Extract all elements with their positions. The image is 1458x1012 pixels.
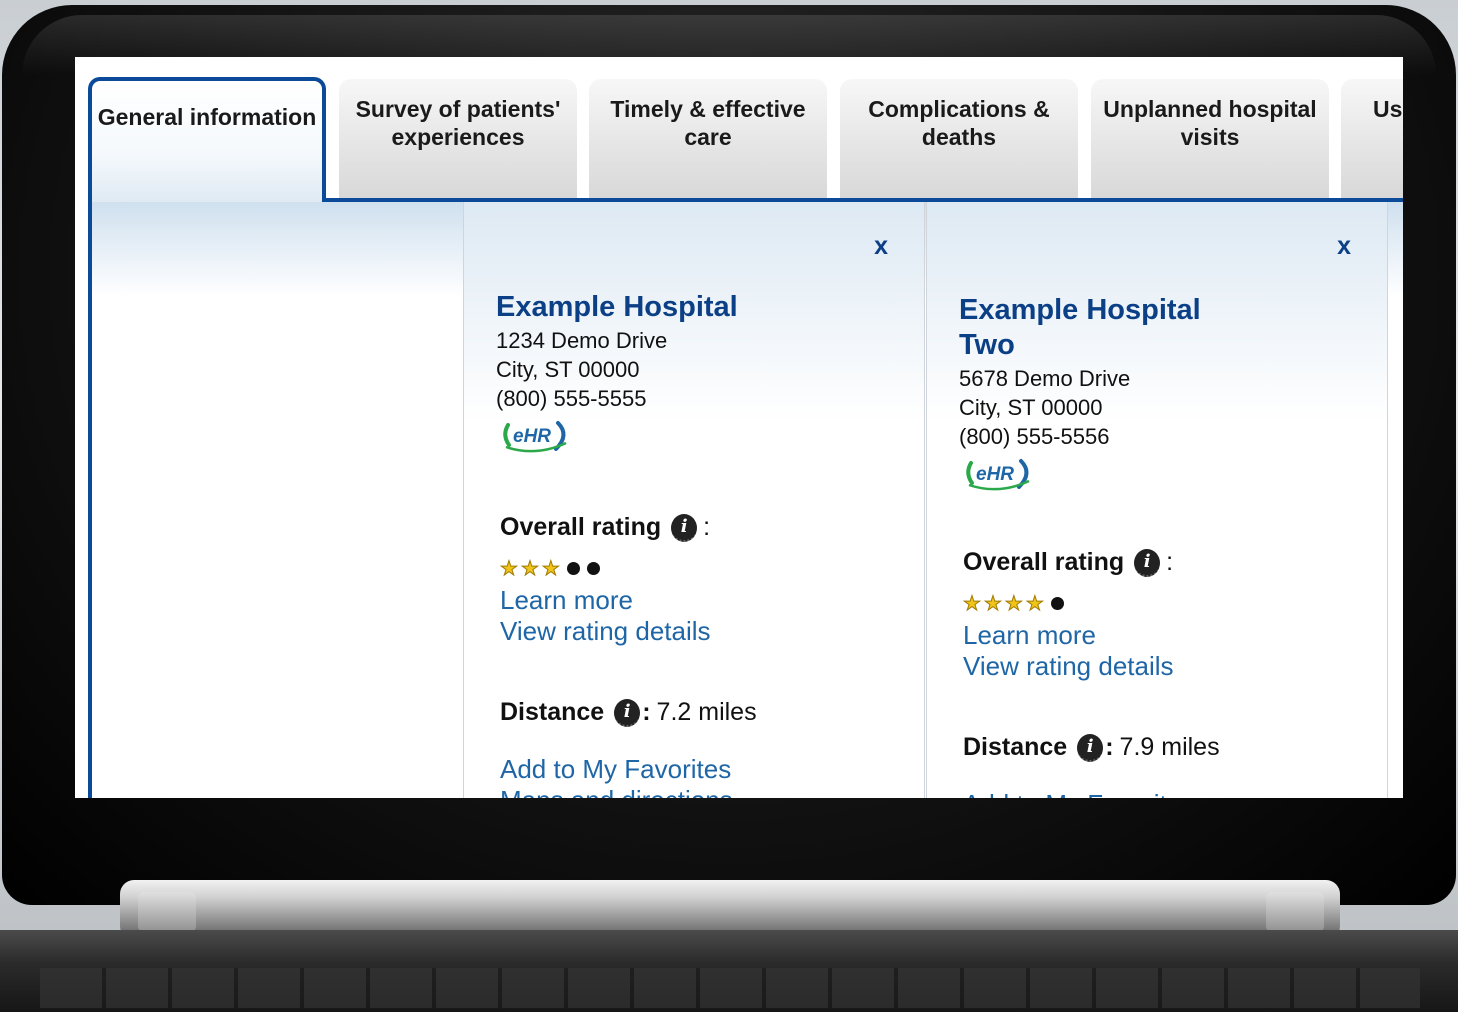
hospital-column: x Example Hospital 1234 Demo Drive City,… (463, 202, 925, 798)
star-empty-icon (1050, 597, 1064, 610)
info-icon[interactable]: i (1077, 733, 1104, 762)
learn-more-link[interactable]: Learn more (963, 620, 1096, 651)
hinge-block-left (138, 892, 196, 932)
star-filled-icon: ★ (963, 593, 982, 616)
star-filled-icon: ★ (541, 558, 560, 581)
add-to-favorites-link[interactable]: Add to My Favorites (963, 789, 1194, 798)
ehr-logo-icon: eHR (503, 421, 567, 453)
svg-text:eHR: eHR (976, 464, 1014, 485)
tab-label: Timely & effective care (610, 96, 806, 150)
remove-hospital-button[interactable]: x (1337, 232, 1351, 261)
hospital-address-line2: City, ST 00000 (959, 395, 1103, 420)
hospital-phone: (800) 555-5556 (959, 424, 1110, 449)
view-rating-details-link[interactable]: View rating details (963, 651, 1174, 682)
distance-value: 7.2 miles (656, 698, 757, 726)
tab-label: Unplanned hospital visits (1103, 96, 1317, 150)
hinge-block-right (1266, 892, 1324, 932)
hospital-name[interactable]: Example Hospital (496, 290, 796, 325)
overall-rating-text: Overall rating (500, 513, 662, 541)
star-rating: ★ ★ ★ (500, 556, 600, 581)
distance-row: Distance i: 7.2 miles (500, 698, 757, 727)
tab-label: Complications & deaths (868, 96, 1050, 150)
distance-label: Distance (500, 698, 605, 726)
hospital-name[interactable]: Example Hospital Two (959, 293, 1219, 363)
ehr-logo-icon: eHR (966, 459, 1030, 491)
star-filled-icon: ★ (983, 593, 1002, 616)
view-rating-details-link[interactable]: View rating details (500, 616, 711, 647)
learn-more-link[interactable]: Learn more (500, 585, 633, 616)
tab-timely-effective-care[interactable]: Timely & effective care (589, 79, 827, 202)
comparison-panel: x Example Hospital 1234 Demo Drive City,… (88, 202, 1403, 798)
colon: : (1166, 548, 1174, 576)
svg-text:eHR: eHR (513, 426, 551, 447)
hospital-column: x Example Hospital Two 5678 Demo Drive C… (926, 202, 1388, 798)
overall-rating-text: Overall rating (963, 548, 1125, 576)
star-filled-icon: ★ (520, 558, 539, 581)
remove-hospital-button[interactable]: x (874, 232, 888, 261)
tab-label: General information (97, 104, 317, 130)
info-icon[interactable]: i (614, 698, 641, 727)
hospital-address-line1: 1234 Demo Drive (496, 328, 668, 353)
tab-bar: General information Survey of patients' … (75, 57, 1403, 202)
colon: : (703, 513, 711, 541)
tab-use-of-medical-imaging[interactable]: Us (1341, 79, 1403, 202)
distance-label: Distance (963, 733, 1068, 761)
info-icon[interactable]: i (671, 513, 698, 542)
keyboard (40, 968, 1420, 1008)
tab-label: Us (1373, 96, 1403, 122)
star-rating: ★ ★ ★ ★ (963, 591, 1064, 616)
star-empty-icon (566, 562, 580, 575)
info-icon[interactable]: i (1134, 548, 1161, 577)
tab-unplanned-hospital-visits[interactable]: Unplanned hospital visits (1091, 79, 1329, 202)
distance-row: Distance i: 7.9 miles (963, 733, 1220, 762)
add-to-favorites-link[interactable]: Add to My Favorites (500, 754, 731, 785)
hospital-address-line2: City, ST 00000 (496, 357, 640, 382)
star-empty-icon (586, 562, 600, 575)
tab-general-information[interactable]: General information (88, 77, 326, 202)
tab-label: Survey of patients' experiences (355, 96, 561, 150)
tab-survey-of-patients-experiences[interactable]: Survey of patients' experiences (339, 79, 577, 202)
hospital-address-line1: 5678 Demo Drive (959, 366, 1131, 391)
colon: : (642, 698, 651, 726)
overall-rating-label: Overall rating i: (500, 513, 710, 542)
star-filled-icon: ★ (1025, 593, 1044, 616)
colon: : (1105, 733, 1114, 761)
tab-complications-deaths[interactable]: Complications & deaths (840, 79, 1078, 202)
hospital-phone: (800) 555-5555 (496, 386, 647, 411)
overall-rating-label: Overall rating i: (963, 548, 1173, 577)
maps-and-directions-link[interactable]: Maps and directions (500, 785, 733, 798)
star-filled-icon: ★ (500, 558, 519, 581)
distance-value: 7.9 miles (1119, 733, 1220, 761)
star-filled-icon: ★ (1004, 593, 1023, 616)
screen: General information Survey of patients' … (75, 57, 1403, 798)
